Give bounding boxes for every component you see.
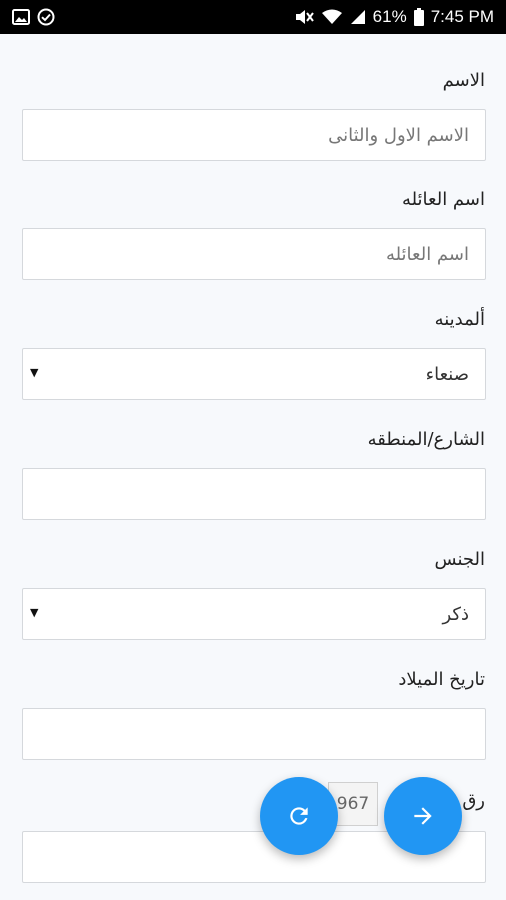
gender-select[interactable]: ذكر ▼ xyxy=(22,588,486,640)
first-name-label: الاسم xyxy=(442,70,485,91)
status-bar: 61% 7:45 PM xyxy=(0,0,506,34)
battery-icon xyxy=(413,8,424,26)
last-name-placeholder: اسم العائله xyxy=(385,243,469,265)
wifi-icon xyxy=(321,9,343,25)
last-name-input[interactable]: اسم العائله xyxy=(22,228,486,280)
country-code: 967 xyxy=(336,794,370,814)
dropdown-arrow-icon: ▼ xyxy=(30,606,39,620)
phone-label: رق xyxy=(462,790,485,811)
refresh-button[interactable] xyxy=(260,777,338,855)
street-input[interactable] xyxy=(22,468,486,520)
image-icon xyxy=(12,9,30,25)
clock: 7:45 PM xyxy=(430,7,494,26)
first-name-input[interactable]: الاسم الاول والثانى xyxy=(22,109,486,161)
dropdown-arrow-icon: ▼ xyxy=(30,366,39,380)
registration-form: الاسم الاسم الاول والثانى اسم العائله اس… xyxy=(0,34,506,900)
gender-value: ذكر xyxy=(442,603,469,625)
city-value: صنعاء xyxy=(425,363,469,385)
first-name-placeholder: الاسم الاول والثانى xyxy=(328,124,469,146)
arrow-right-icon xyxy=(410,803,436,829)
birth-date-label: تاريخ الميلاد xyxy=(398,669,485,690)
check-circle-icon xyxy=(37,8,55,26)
city-label: ألمدينه xyxy=(434,309,485,330)
city-select[interactable]: صنعاء ▼ xyxy=(22,348,486,400)
birth-date-input[interactable] xyxy=(22,708,486,760)
gender-label: الجنس xyxy=(434,549,485,570)
street-label: الشارع/المنطقه xyxy=(367,429,485,450)
mute-icon xyxy=(294,8,314,26)
battery-percent: 61% xyxy=(372,7,407,26)
next-button[interactable] xyxy=(384,777,462,855)
signal-icon xyxy=(350,9,366,25)
refresh-icon xyxy=(286,803,312,829)
last-name-label: اسم العائله xyxy=(401,189,485,210)
